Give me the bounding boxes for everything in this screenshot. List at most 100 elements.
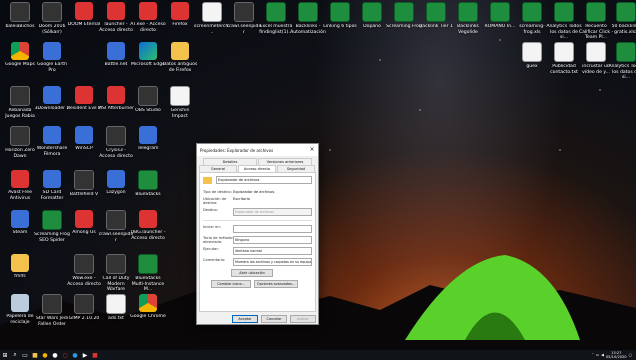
desktop-icon[interactable]: crawl.seenpider — [98, 210, 134, 243]
windows-icon[interactable]: ⊞ — [0, 350, 10, 360]
desktop-icon[interactable]: DBG.launcher - Acceso directo — [130, 210, 166, 241]
shortcut-icon — [11, 254, 29, 272]
tab-detalles[interactable]: Detalles — [203, 158, 257, 165]
desktop-icon[interactable]: Battlefield V — [66, 170, 102, 198]
network-icon[interactable]: ▭ — [596, 353, 599, 357]
desktop-icon[interactable]: AT.exe - Acceso directo — [130, 2, 166, 33]
desktop-icon[interactable]: Crysis3 - Acceso directo — [98, 126, 134, 159]
desktop-icon[interactable]: Telegram — [130, 126, 166, 152]
desktop-icon[interactable]: Excel muestra findinglist(1)... — [258, 2, 294, 35]
destino-field[interactable]: Explorador de archivos — [233, 208, 312, 216]
open-location-button[interactable]: Abrir ubicación — [231, 269, 273, 277]
desktop-icon[interactable]: WinSCP — [66, 126, 102, 152]
tab-general[interactable]: General — [199, 165, 237, 172]
shortcut-icon — [426, 2, 446, 22]
desktop-icon[interactable]: SD Card Formatter — [34, 170, 70, 201]
desktop-icon[interactable]: fmlfs — [2, 254, 38, 280]
desktop-icon[interactable]: screaming-frog.xls — [514, 2, 550, 35]
opera-icon[interactable]: ○ — [60, 350, 70, 360]
chevron-up-icon[interactable]: ˄ — [592, 353, 594, 357]
desktop-icon[interactable]: DOOM Eternal — [66, 2, 102, 28]
ok-button[interactable]: Aceptar — [232, 315, 258, 323]
desktop-icon[interactable]: Among Us — [66, 210, 102, 236]
apply-button[interactable]: Aplicar — [290, 315, 316, 323]
desktop-icon[interactable]: Backlinks - Automatización — [290, 2, 326, 35]
desktop-icon-label: AT.exe - Acceso directo — [130, 22, 166, 33]
cancel-button[interactable]: Cancelar — [261, 315, 287, 323]
desktop-icon[interactable]: Google Chrome — [130, 294, 166, 320]
desktop-icon[interactable]: Dopano — [354, 2, 390, 30]
desktop-icon[interactable]: Screaming Frog SEO Spider — [34, 210, 70, 243]
desktop-icon[interactable]: baleiaBichos — [2, 2, 38, 30]
shortcut-name-field[interactable]: Explorador de archivos — [216, 176, 312, 184]
desktop-icon[interactable]: Datos antiguos de Firefox — [162, 42, 198, 73]
desktop-icon[interactable]: screenmeterch... — [194, 2, 230, 35]
notification-icon[interactable]: ▢ — [629, 353, 632, 357]
steam-icon[interactable]: ● — [50, 350, 60, 360]
change-icon-button[interactable]: Cambiar icono... — [211, 280, 251, 288]
ejecutar-select[interactable]: Ventana normal — [233, 247, 312, 255]
edge-icon[interactable]: ● — [70, 350, 80, 360]
desktop-icon[interactable]: ROMANO In... — [482, 2, 518, 30]
advanced-options-button[interactable]: Opciones avanzadas... — [254, 280, 298, 288]
desktop-icon[interactable]: Firefox — [162, 2, 198, 28]
desktop-icon[interactable]: 3Downloader 2 — [34, 86, 70, 112]
desktop-icon[interactable]: OBS Studio — [130, 86, 166, 114]
desktop-icon[interactable]: ads.txt — [98, 294, 134, 322]
desktop-icon[interactable]: MSI Afterburner — [98, 86, 134, 112]
task-view-icon[interactable]: ▭ — [20, 350, 30, 360]
file-explorer-icon[interactable]: ■ — [30, 350, 40, 360]
desktop-icon-label: Linking 6 tipos — [323, 24, 357, 29]
desktop-icon[interactable]: launcher - Acceso directo — [98, 2, 134, 33]
tab-seguridad[interactable]: Seguridad — [277, 165, 315, 172]
desktop-icon[interactable]: Steam — [2, 210, 38, 236]
desktop-icon[interactable]: Star Wars Jedi Fallen Order — [34, 294, 70, 327]
clock[interactable]: 13:27 05/10/2020 — [606, 351, 627, 359]
desktop-icon[interactable]: Wondershare Filmora — [34, 126, 70, 157]
tab-versiones-anteriores[interactable]: Versiones anteriores — [258, 158, 312, 165]
desktop-icon[interactable]: Battle.net — [98, 42, 134, 68]
tecla-field[interactable]: Ninguno — [233, 236, 312, 244]
tab-acceso-directo[interactable]: Acceso directo — [238, 165, 276, 172]
desktop-icon[interactable]: Wow.exe - Acceso directo — [66, 254, 102, 287]
desktop-icon[interactable]: Google Maps — [2, 42, 38, 68]
desktop-icon[interactable]: 50 backlinks gratis.xlsx — [608, 2, 636, 35]
desktop-icon[interactable]: GIMP 2.10.20 — [66, 294, 102, 322]
search-icon[interactable]: ⌕ — [10, 350, 20, 360]
volume-icon[interactable]: ◀ — [601, 353, 604, 357]
iniciar-en-field[interactable] — [233, 225, 312, 233]
desktop-icon[interactable]: Publicidad contacto.txt — [546, 42, 582, 75]
shortcut-icon — [11, 210, 29, 228]
desktop-icon[interactable]: guex — [514, 42, 550, 70]
close-icon[interactable]: × — [306, 144, 318, 156]
desktop-icon[interactable]: Rebanada Juegos Rabia — [2, 86, 38, 119]
desktop-icon[interactable]: Papelera de reciclaje — [2, 294, 38, 325]
desktop-icon[interactable]: BlueStacks Multi-Instance M... — [130, 254, 166, 293]
desktop-icon[interactable]: Screaming Frog — [386, 2, 422, 30]
desktop-icon-label: Battle.net — [104, 62, 128, 67]
desktop-icon[interactable]: Backlinks Vegolide — [450, 2, 486, 35]
desktop-icon[interactable]: Genshin Impact — [162, 86, 198, 119]
desktop-icon[interactable]: Microsoft Edge — [130, 42, 166, 68]
desktop-icon[interactable]: Resident Evil 2 — [66, 86, 102, 112]
chrome-icon[interactable]: ● — [40, 350, 50, 360]
desktop-icon-label: Among Us — [72, 230, 96, 235]
desktop-icon[interactable]: Lazygon — [98, 170, 134, 196]
desktop-icon[interactable]: Analytics Todos los datos de si... — [608, 42, 636, 81]
desktop-icon[interactable]: Analytics Todos los datos de si... — [546, 2, 582, 41]
desktop-icon[interactable]: Doom 2016 (Sólkarr) — [34, 2, 70, 35]
dialog-titlebar[interactable]: Propiedades: Explorador de archivos × — [197, 144, 318, 156]
media-icon[interactable]: ▶ — [80, 350, 90, 360]
desktop-icon[interactable]: Linking 6 tipos — [322, 2, 358, 30]
desktop-icon[interactable]: Horizon Zero Dawn — [2, 126, 38, 159]
desktop-icon[interactable]: Call of Duty Modern Warfare — [98, 254, 134, 293]
app-icon[interactable]: ■ — [90, 350, 100, 360]
desktop-icon[interactable]: crawl.seenpider — [226, 2, 262, 35]
desktop-icon[interactable]: Backlink Tier 1 — [418, 2, 454, 30]
desktop-icon-label: WinSCP — [75, 146, 93, 151]
desktop-icon[interactable]: Google Earth Pro — [34, 42, 70, 73]
desktop-icon[interactable]: Avast Free Antivirus — [2, 170, 38, 201]
comentario-field[interactable]: Muestra los archivos y carpetas en su eq… — [233, 258, 312, 266]
shortcut-icon — [586, 42, 606, 62]
desktop-icon[interactable]: BlueStacks — [130, 170, 166, 198]
